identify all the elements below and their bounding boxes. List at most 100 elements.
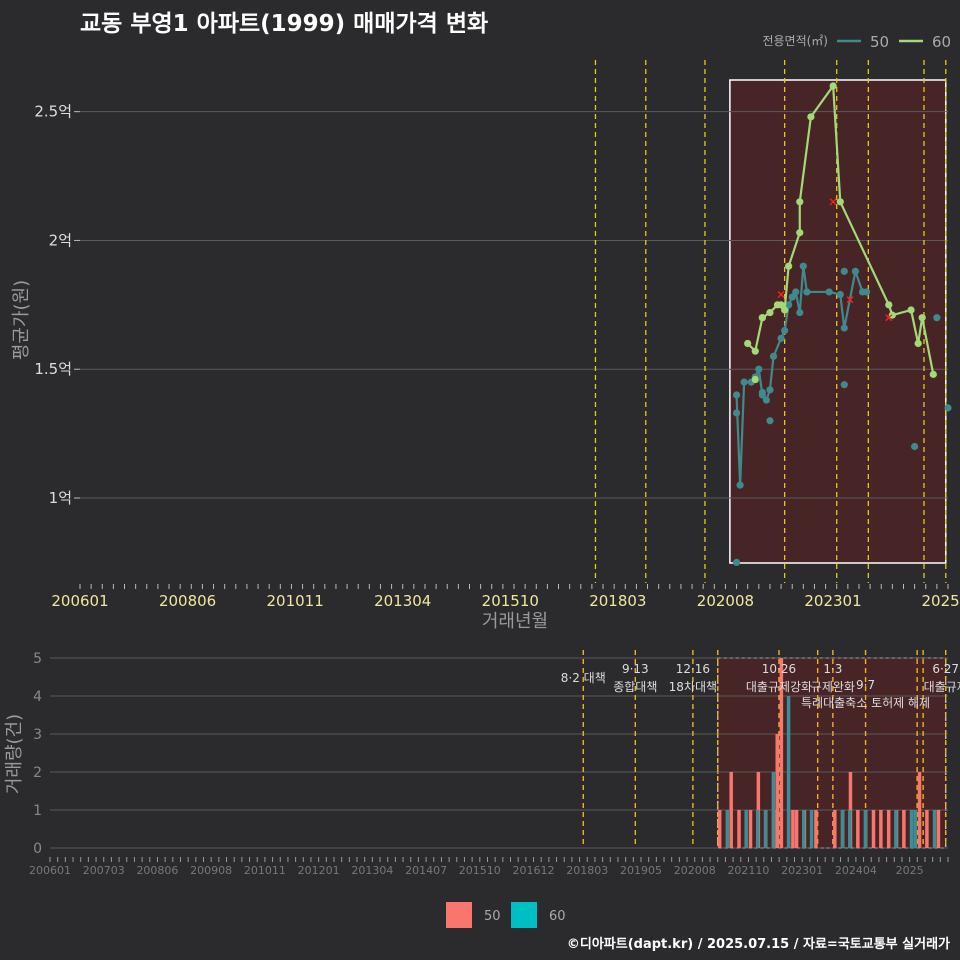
volume-bar-60 — [848, 810, 852, 848]
x-tick-label: 201905 — [620, 864, 662, 877]
x-tick-label: 200601 — [51, 592, 108, 610]
x-tick-label: 201612 — [513, 864, 555, 877]
volume-bar-50 — [925, 810, 929, 848]
data-point-60 — [885, 301, 893, 309]
y-tick-label: 3 — [33, 727, 42, 743]
volume-bar-60 — [840, 810, 845, 848]
policy-label-date: 6·27 — [932, 662, 959, 676]
data-point-50 — [740, 378, 748, 386]
data-point-50 — [755, 365, 763, 373]
volume-bar-60 — [755, 810, 760, 848]
volume-bar-60 — [786, 696, 791, 848]
volume-bar-60 — [725, 810, 730, 848]
data-point-50 — [762, 396, 770, 404]
volume-bar-50 — [794, 810, 799, 848]
x-tick-label: 201510 — [482, 592, 539, 610]
policy-label-date: 1·3 — [823, 662, 842, 676]
volume-bar-50 — [879, 810, 883, 848]
y-tick-label: 4 — [33, 689, 42, 705]
price-chart: 1억 1.5억 2억 2.5억 200601 200806 201011 201304 2015… — [11, 33, 960, 632]
data-point-50 — [769, 352, 778, 360]
data-point-50 — [851, 267, 860, 275]
x-tick-label: 200806 — [159, 592, 216, 610]
policy-label-text: 특례대출축소 토허제 해제 — [801, 696, 930, 710]
policy-label-text: 규제완화 — [811, 680, 855, 694]
y-axis-title: 평균가(원) — [11, 280, 32, 360]
data-point-50 — [781, 326, 789, 335]
x-tick-label: 202008 — [674, 864, 716, 877]
volume-bar-50 — [748, 810, 753, 848]
data-point-50 — [933, 314, 941, 322]
volume-bar-50 — [871, 810, 876, 848]
data-point-50 — [840, 381, 848, 389]
volume-bar-50 — [856, 810, 860, 848]
data-point-60 — [918, 314, 926, 322]
data-point-60 — [785, 262, 793, 270]
volume-chart: 0 1 2 3 4 5 8·2 대책 9·13 종합대책 12·16 18차대책 10·26 대출규제강… — [4, 650, 960, 928]
legend-key-60 — [511, 902, 537, 928]
x-tick-label: 200806 — [136, 864, 178, 877]
policy-label-text: 18차대책 — [669, 679, 717, 694]
volume-bar-60 — [763, 810, 768, 848]
volume-bar-60 — [932, 810, 937, 848]
legend-label-50: 50 — [484, 909, 501, 924]
data-point-50 — [840, 324, 848, 332]
data-point-50 — [836, 290, 844, 299]
legend-label-60: 60 — [549, 909, 566, 924]
x-axis-title: 거래년월 — [482, 611, 548, 632]
data-point-50 — [732, 558, 741, 566]
x-tick-label: 201011 — [267, 592, 324, 610]
volume-bar-60 — [913, 810, 917, 848]
y-tick-label: 2.5억 — [34, 103, 72, 121]
data-point-60 — [929, 370, 937, 378]
x-tick-label: 2025 — [896, 864, 924, 877]
volume-bar-60 — [909, 810, 914, 848]
legend-key-50 — [446, 902, 472, 928]
volume-bar-50 — [917, 772, 922, 848]
x-tick-label: 2025 — [921, 592, 959, 610]
data-point-50 — [732, 409, 741, 417]
legend-title: 전용면적(㎡) — [762, 34, 828, 48]
data-point-60 — [766, 308, 774, 317]
policy-label-text: 대출규제 — [924, 680, 960, 694]
data-point-50 — [862, 288, 871, 296]
data-point-50 — [766, 417, 774, 425]
y-tick-label: 2억 — [49, 231, 72, 249]
x-tick-label: 202301 — [804, 592, 861, 610]
data-point-50 — [944, 404, 952, 412]
y-tick-label: 0 — [33, 841, 42, 857]
data-point-60 — [751, 347, 759, 355]
policy-label-date: 12·16 — [676, 662, 710, 676]
y-axis-title: 거래량(건) — [4, 714, 25, 794]
x-tick-label: 202301 — [781, 864, 823, 877]
volume-bar-50 — [791, 810, 795, 848]
data-point-60 — [836, 198, 844, 206]
x-tick-label: 202404 — [835, 864, 877, 877]
y-tick-label: 2 — [33, 765, 42, 781]
volume-bar-60 — [802, 810, 806, 848]
data-point-60 — [796, 198, 804, 206]
y-tick-label: 1 — [33, 803, 42, 819]
data-point-60 — [796, 229, 804, 237]
volume-bar-50 — [936, 810, 941, 848]
data-point-60 — [907, 306, 915, 314]
data-point-60 — [744, 339, 752, 348]
y-tick-label: 1.5억 — [34, 360, 72, 378]
y-tick-label: 1억 — [49, 489, 72, 507]
x-tick-label: 201803 — [566, 864, 608, 877]
data-point-50 — [799, 262, 807, 270]
data-point-60 — [751, 375, 759, 384]
x-tick-label: 201011 — [244, 864, 286, 877]
x-tick-label: 202008 — [697, 592, 754, 610]
data-point-50 — [796, 308, 804, 317]
policy-label-text: 9·7 — [856, 678, 875, 692]
data-point-50 — [758, 388, 766, 397]
volume-bar-50 — [717, 810, 722, 848]
data-point-50 — [825, 288, 833, 296]
data-point-50 — [736, 481, 744, 489]
data-point-60 — [758, 314, 766, 322]
volume-bar-50 — [814, 810, 818, 848]
data-point-50 — [732, 391, 741, 399]
volume-bar-50 — [902, 810, 906, 848]
policy-label-date: 9·13 — [622, 662, 649, 676]
